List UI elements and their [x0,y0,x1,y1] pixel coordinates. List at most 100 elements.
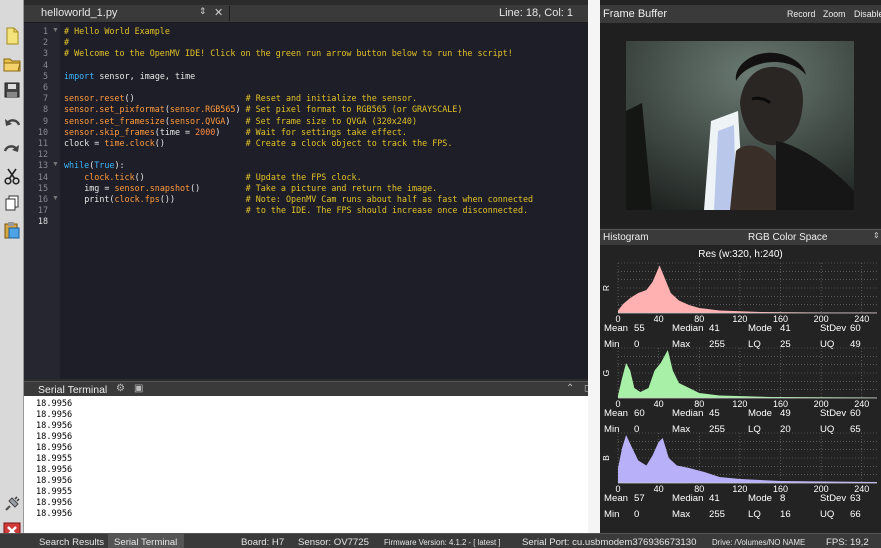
channel-label: R [601,285,611,291]
panel-splitter[interactable] [588,0,600,548]
record-button[interactable]: Record [787,9,815,19]
terminal-settings-icon[interactable]: ⚙ [116,383,125,394]
stat-value-max: 255 [709,509,726,520]
stat-value-median: 41 [709,493,720,504]
code-line[interactable]: # to the IDE. The FPS should increase on… [64,205,528,215]
paste-icon[interactable] [2,220,22,240]
right-panel: Frame Buffer Record Zoom Disable Histogr… [600,0,881,533]
stat-value-mode: 8 [780,493,786,504]
x-tick-label: 40 [654,399,664,409]
zoom-button[interactable]: Zoom [823,9,846,19]
serial-terminal-output[interactable]: 18.9956 18.9956 18.9956 18.9956 18.9956 18.99… [24,396,590,533]
histogram-area-r [618,265,877,313]
stat-label-uq: UQ [820,509,835,520]
code-line[interactable]: import sensor, image, time [64,71,195,81]
frame-buffer-view[interactable] [600,23,881,227]
code-line[interactable]: sensor.set_pixformat(sensor.RGB565) # Se… [64,104,462,114]
cut-icon[interactable] [2,166,22,186]
code-editor[interactable]: 1 ▼ 2 3 4 5 6 7 8 9 10 11 12 13 ▼ 14 15 16 ▼ 17 18 # Hello W… [24,23,595,379]
code-line[interactable]: while(True): [64,160,125,170]
board-info: Board: H7 [241,537,285,548]
line-number: 10 [37,126,48,137]
terminal-line: 18.9956 [36,476,73,486]
code-line[interactable]: # Hello World Example [64,26,170,36]
line-number: 16 [37,194,48,204]
terminal-line: 18.9956 [36,465,73,475]
line-number: 4 [42,59,48,70]
x-tick-label: 120 [732,399,747,409]
open-folder-icon[interactable] [2,54,22,74]
terminal-line: 18.9956 [36,509,73,519]
histogram-title: Histogram [603,232,649,243]
editor-tab-title[interactable]: helloworld_1.py [41,7,117,19]
code-line[interactable]: print(clock.fps()) # Note: OpenMV Cam ru… [64,194,533,204]
connect-icon[interactable] [2,494,22,514]
undo-icon[interactable] [2,114,22,134]
histogram-area-g [618,350,877,398]
search-results-tab[interactable]: Search Results [39,537,104,548]
line-number: 14 [37,171,48,182]
stat-label-stdev: StDev [820,323,847,334]
stat-label-stdev: StDev [820,408,847,419]
disable-button[interactable]: Disable [854,9,881,19]
x-tick-label: 40 [654,484,664,494]
terminal-line: 18.9956 [36,399,73,409]
tab-divider [229,6,230,21]
line-number: 12 [37,149,48,160]
stat-label-mode: Mode [748,408,772,419]
stat-value-lq: 16 [780,509,791,520]
stat-value-stdev: 60 [850,323,861,334]
terminal-line: 18.9956 [36,443,73,453]
stat-label-median: Median [672,493,704,504]
stat-value-mean: 60 [634,408,645,419]
histogram-plot-r: R0 40 80 120 160 200 240 [601,262,877,324]
line-number: 3 [42,48,48,59]
histogram-plot-g: G0 40 80 120 160 200 240 [601,347,877,409]
terminal-save-icon[interactable]: ▣ [134,383,143,394]
histogram-header: Histogram RGB Color Space ⇕ [600,229,881,245]
fps-readout: FPS: 19,2 [826,537,869,548]
code-line[interactable]: # Welcome to the OpenMV IDE! Click on th… [64,48,513,58]
code-line[interactable]: img = sensor.snapshot() # Take a picture… [64,183,437,193]
new-file-icon[interactable] [2,26,22,46]
histogram-panel: Res (w:320, h:240) R 0 40 80 120 160 200 240 Mea… [600,245,881,533]
status-bar: Search Results Serial Terminal Board: H7… [0,533,881,548]
color-space-select[interactable]: RGB Color Space [748,232,827,243]
fold-arrow-icon[interactable]: ▼ [52,195,59,202]
line-number: 6 [42,82,48,92]
x-tick-label: 40 [654,314,664,324]
copy-icon[interactable] [2,193,22,213]
line-number: 9 [42,115,48,126]
code-line[interactable]: clock.tick() # Update the FPS clock. [64,172,361,182]
serial-terminal-tab[interactable]: Serial Terminal [114,537,177,548]
redo-icon[interactable] [2,140,22,160]
stat-label-stdev: StDev [820,493,847,504]
drive-info: Drive: /Volumes/NO NAME [712,538,806,547]
x-tick-label: 120 [732,484,747,494]
terminal-line: 18.9956 [36,432,73,442]
fold-arrow-icon[interactable]: ▼ [52,27,59,34]
line-number: 2 [42,37,48,48]
fold-arrow-icon[interactable]: ▼ [52,161,59,168]
stat-value-mode: 41 [780,323,791,334]
firmware-version[interactable]: Firmware Version: 4.1.2 - [ latest ] [384,538,501,547]
code-line[interactable]: sensor.skip_frames(time = 2000) # Wait f… [64,127,407,137]
line-number: 18 [37,216,48,227]
histogram-area-b [618,435,877,483]
stat-label-max: Max [672,509,691,520]
color-space-arrows-icon[interactable]: ⇕ [873,231,880,240]
stat-label-mode: Mode [748,493,772,504]
main-toolbar [0,0,24,548]
terminal-collapse-icon[interactable]: ⌃ [566,383,574,394]
save-icon[interactable] [2,80,22,100]
terminal-line: 18.9955 [36,454,73,464]
file-switch-arrows-icon[interactable]: ⇕ [199,6,207,17]
code-line[interactable]: clock = time.clock() # Create a clock ob… [64,138,452,148]
close-tab-icon[interactable]: ✕ [214,6,223,19]
frame-buffer-header: Frame Buffer Record Zoom Disable [600,5,881,23]
line-number: 17 [37,205,48,216]
code-line[interactable]: sensor.reset() # Reset and initialize th… [64,93,417,103]
code-line[interactable]: # [64,37,69,47]
terminal-line: 18.9956 [36,410,73,420]
code-line[interactable]: sensor.set_framesize(sensor.QVGA) # Set … [64,116,417,126]
